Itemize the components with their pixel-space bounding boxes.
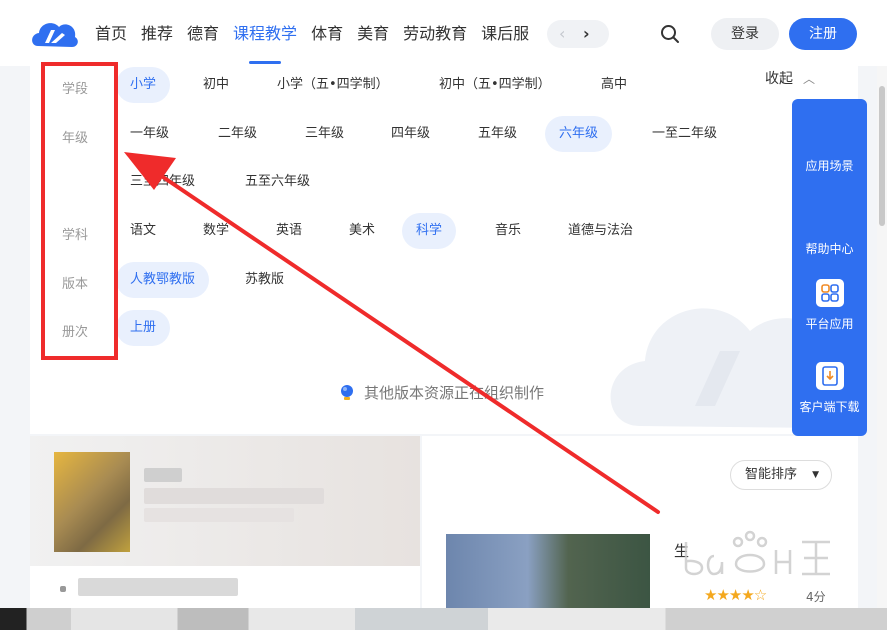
nav-labor-education[interactable]: 劳动教育 [403, 0, 467, 66]
main-nav: 首页 推荐 德育 课程教学 体育 美育 劳动教育 课后服 [95, 0, 540, 66]
resource-card[interactable] [30, 436, 420, 630]
side-item-client-download[interactable]: 客户端下载 [792, 362, 867, 415]
option-science[interactable]: 科学 [402, 213, 457, 249]
notice-text: 其他版本资源正在组织制作 [364, 384, 545, 402]
blurred-text [144, 468, 182, 482]
option-junior-high[interactable]: 初中 [189, 67, 243, 103]
option-grade-1[interactable]: 一年级 [116, 116, 183, 152]
option-senior-high[interactable]: 高中 [587, 67, 641, 103]
sort-dropdown[interactable]: 智能排序 ▼ [730, 460, 832, 490]
collapse-label: 收起 [765, 71, 793, 87]
rating-score: 4分 [806, 590, 826, 604]
side-item-help-label: 帮助中心 [805, 242, 854, 256]
login-button[interactable]: 登录 [711, 18, 779, 50]
nav-after-school[interactable]: 课后服 [481, 0, 529, 66]
textbook-cover-image [54, 452, 130, 552]
option-grade-4[interactable]: 四年级 [377, 116, 444, 152]
option-grade-6[interactable]: 六年级 [545, 116, 613, 152]
search-icon[interactable] [658, 22, 682, 46]
nav-recommend[interactable]: 推荐 [141, 0, 173, 66]
option-grade-5-6[interactable]: 五至六年级 [231, 164, 324, 200]
nav-moral-education[interactable]: 德育 [187, 0, 219, 66]
option-morality-law[interactable]: 道德与法治 [554, 213, 647, 249]
option-art[interactable]: 美术 [335, 213, 389, 249]
nav-sports[interactable]: 体育 [311, 0, 343, 66]
option-grade-1-2[interactable]: 一至二年级 [638, 116, 731, 152]
caret-down-icon: ▼ [812, 470, 819, 480]
chevron-up-icon: ︿ [803, 72, 816, 86]
sort-label: 智能排序 [745, 467, 798, 482]
download-device-icon [815, 362, 844, 390]
option-grade-2[interactable]: 二年级 [204, 116, 271, 152]
blurred-text [78, 578, 238, 596]
page-scrollbar[interactable] [877, 66, 887, 630]
chevron-right-icon[interactable]: › [583, 23, 590, 45]
side-item-platform-apps-label: 平台应用 [805, 317, 854, 331]
option-jiangsu-edition[interactable]: 苏教版 [231, 262, 298, 298]
chevron-left-icon[interactable]: ‹ [559, 23, 565, 45]
filter-panel: 收起 ︿ 学段 小学 初中 小学（五•四学制） 初中（五•四学制） 高中 年级 一… [30, 66, 858, 434]
top-header: 首页 推荐 德育 课程教学 体育 美育 劳动教育 课后服 ‹ › 登录 注册 [0, 0, 887, 66]
annotation-highlight-box [41, 62, 118, 360]
expand-caret-icon[interactable] [60, 586, 66, 592]
option-junior-54[interactable]: 初中（五•四学制） [425, 67, 565, 103]
option-primary-54[interactable]: 小学（五•四学制） [263, 67, 403, 103]
nav-scroll-controls: ‹ › [547, 20, 609, 48]
option-english[interactable]: 英语 [262, 213, 316, 249]
nav-course-teaching[interactable]: 课程教学 [233, 0, 297, 66]
baidu-jingyan-watermark-logo [684, 530, 830, 576]
side-toolbar: 应用场景 帮助中心 平台应用 客户端下载 [792, 99, 867, 436]
notice-message: 其他版本资源正在组织制作 [338, 382, 544, 403]
platform-logo-icon[interactable] [28, 16, 80, 52]
option-grade-3-4[interactable]: 三至四年级 [116, 164, 209, 200]
side-item-platform-apps[interactable]: 平台应用 [792, 279, 867, 332]
rating-stars: ★★★★☆ [704, 586, 767, 604]
option-math[interactable]: 数学 [189, 213, 243, 249]
option-volume-1[interactable]: 上册 [116, 310, 171, 346]
option-primary-school[interactable]: 小学 [116, 67, 171, 103]
option-pep-hubei-edition[interactable]: 人教鄂教版 [116, 262, 210, 298]
side-item-scenarios-label: 应用场景 [805, 159, 854, 173]
blurred-text [144, 508, 294, 522]
side-item-client-download-label: 客户端下载 [799, 400, 860, 414]
blurred-text [144, 488, 324, 504]
blurred-footer-strip [0, 608, 887, 630]
apps-grid-icon [815, 279, 844, 307]
side-item-scenarios[interactable]: 应用场景 [792, 157, 867, 174]
scrollbar-thumb[interactable] [879, 86, 885, 226]
option-chinese[interactable]: 语文 [116, 213, 170, 249]
register-button[interactable]: 注册 [789, 18, 857, 50]
lightbulb-icon [341, 385, 353, 400]
resource-card-header [30, 436, 420, 566]
option-grade-5[interactable]: 五年级 [464, 116, 531, 152]
nav-home[interactable]: 首页 [95, 0, 127, 66]
collapse-toggle[interactable]: 收起 ︿ [765, 68, 815, 88]
option-music[interactable]: 音乐 [481, 213, 535, 249]
nav-aesthetic-education[interactable]: 美育 [357, 0, 389, 66]
option-grade-3[interactable]: 三年级 [291, 116, 358, 152]
side-item-help[interactable]: 帮助中心 [792, 240, 867, 257]
